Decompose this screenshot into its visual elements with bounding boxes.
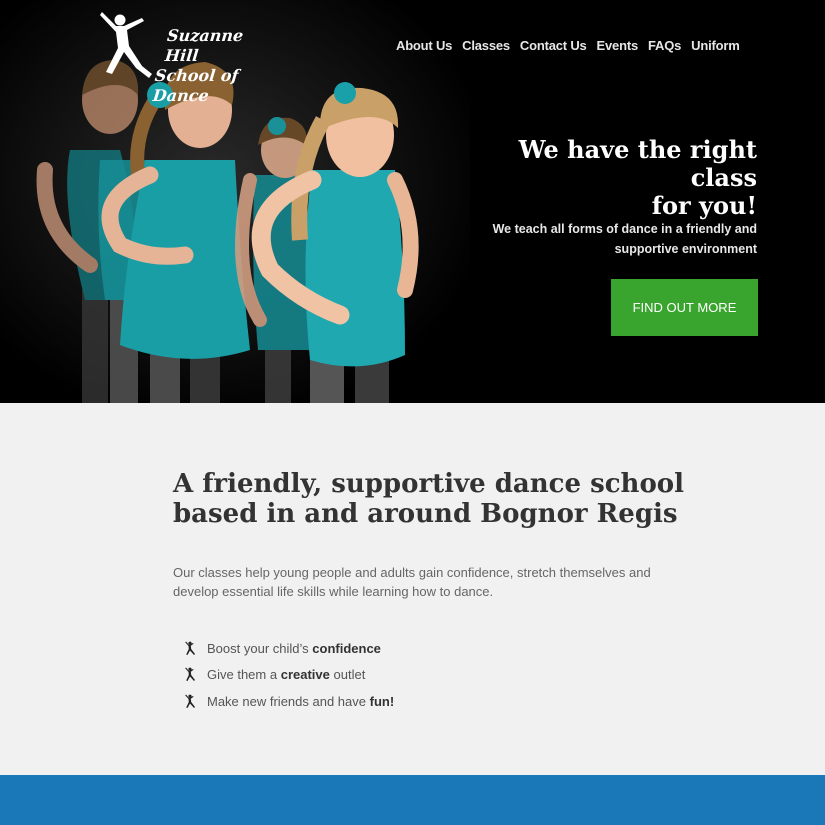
nav-events[interactable]: Events [597,38,639,53]
hero-subtitle-line-1: We teach all forms of dance in a friendl… [492,222,757,236]
dancer-bullet-icon [185,667,195,682]
dancer-icon [100,12,152,78]
nav-faqs[interactable]: FAQs [648,38,681,53]
feature-text-bold: creative [280,667,330,683]
intro-section: A friendly, supportive dance school base… [0,403,825,775]
nav-about-us[interactable]: About Us [396,38,452,53]
hero-subtitle: We teach all forms of dance in a friendl… [457,219,757,259]
hero-title: We have the right class for you! [457,136,757,220]
main-nav: About Us Classes Contact Us Events FAQs … [396,38,740,53]
feature-item: Make new friends and have fun! [185,688,394,715]
feature-list: Boost your child’s confidence Give them … [185,635,394,715]
feature-text-before: Boost your child’s [207,640,309,656]
feature-text-bold: fun! [369,693,395,709]
feature-text-before: Make new friends and have [207,693,366,709]
logo-line-2: School of Dance [151,66,240,105]
nav-contact-us[interactable]: Contact Us [520,38,587,53]
hero-title-line-2: for you! [651,191,757,220]
intro-heading: A friendly, supportive dance school base… [173,469,693,529]
nav-classes[interactable]: Classes [462,38,510,53]
feature-text-bold: confidence [312,640,381,656]
intro-heading-line-1: A friendly, supportive dance school [173,469,685,499]
find-out-more-button[interactable]: FIND OUT MORE [611,279,758,336]
logo-line-1: Suzanne Hill [164,26,245,65]
feature-text-after: outlet [333,667,366,683]
intro-paragraph: Our classes help young people and adults… [173,565,651,599]
footer-band [0,775,825,825]
feature-item: Give them a creative outlet [185,662,394,689]
dancer-bullet-icon [185,641,195,655]
hero-section: Suzanne Hill School of Dance About Us Cl… [0,0,825,403]
intro-heading-line-2: based in and around Bognor Regis [173,499,678,529]
hero-title-line-1: We have the right class [518,135,757,192]
dancer-bullet-icon [185,694,195,708]
logo[interactable]: Suzanne Hill School of Dance [98,8,268,105]
nav-uniform[interactable]: Uniform [691,38,740,53]
feature-text-before: Give them a [207,667,278,683]
feature-item: Boost your child’s confidence [185,635,394,662]
hero-subtitle-line-2: supportive environment [614,242,757,256]
